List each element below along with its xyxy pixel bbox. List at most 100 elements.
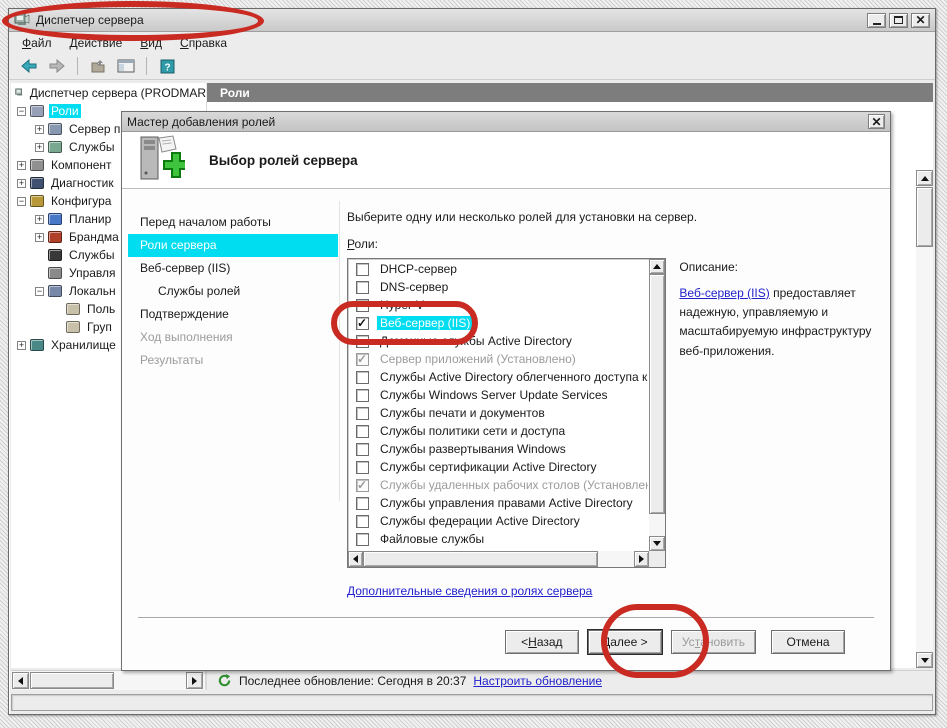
checkbox-checked[interactable] xyxy=(356,317,369,330)
checkbox[interactable] xyxy=(356,497,369,510)
status-bar: Последнее обновление: Сегодня в 20:37 На… xyxy=(207,671,933,690)
scroll-left-button[interactable] xyxy=(12,672,29,689)
console-window-button[interactable] xyxy=(114,55,138,77)
help-button[interactable]: ? xyxy=(155,55,179,77)
back-icon xyxy=(21,59,37,73)
checkbox[interactable] xyxy=(356,299,369,312)
scroll-right-button[interactable] xyxy=(634,551,649,567)
wizard-step: Перед началом работы xyxy=(122,211,338,234)
add-roles-wizard-dialog: Мастер добавления ролей ✕ Выбор ролей се… xyxy=(121,111,891,671)
checkbox[interactable] xyxy=(356,443,369,456)
checkbox[interactable] xyxy=(356,515,369,528)
checkbox[interactable] xyxy=(356,461,369,474)
description-panel: Описание: Веб-сервер (IIS) предоставляет… xyxy=(679,258,874,568)
description-title: Описание: xyxy=(679,260,874,274)
checkbox[interactable] xyxy=(356,335,369,348)
cancel-button[interactable]: Отмена xyxy=(771,630,845,654)
checkbox[interactable] xyxy=(356,533,369,546)
wizard-header: Выбор ролей сервера xyxy=(122,132,890,189)
next-button[interactable]: Далее > xyxy=(588,630,662,654)
tree-item-label: Локальн xyxy=(67,284,118,298)
collapse-icon[interactable]: − xyxy=(17,107,26,116)
role-row: Службы удаленных рабочих столов (Установ… xyxy=(349,476,648,494)
scrollbar-thumb[interactable] xyxy=(916,187,933,247)
role-row: Сервер приложений (Установлено) xyxy=(349,350,648,368)
scroll-up-icon xyxy=(653,264,661,269)
role-label: Веб-сервер (IIS) xyxy=(377,316,473,330)
pane-vertical-scrollbar[interactable] xyxy=(916,170,933,668)
expand-icon[interactable]: + xyxy=(35,125,44,134)
role-label: Службы Active Directory облегченного дос… xyxy=(377,370,648,384)
expander-spacer xyxy=(53,323,62,332)
wizard-close-button[interactable]: ✕ xyxy=(868,114,885,129)
minimize-button[interactable] xyxy=(867,13,886,28)
list-vertical-scrollbar[interactable] xyxy=(649,259,665,551)
tree-item-label: Управля xyxy=(67,266,118,280)
tree-root-node[interactable]: Диспетчер сервера (PRODMAR xyxy=(11,83,206,102)
pane-header-label: Роли xyxy=(220,86,250,100)
list-horizontal-scrollbar[interactable] xyxy=(348,551,649,567)
collapse-icon[interactable]: − xyxy=(35,287,44,296)
expander-spacer xyxy=(53,305,62,314)
scroll-up-button[interactable] xyxy=(916,170,933,186)
roles-icon xyxy=(30,105,44,117)
more-info-link[interactable]: Дополнительные сведения о ролях сервера xyxy=(347,584,592,598)
configuration-icon xyxy=(30,195,44,207)
back-button[interactable] xyxy=(17,55,41,77)
tree-item-label: Брандма xyxy=(67,230,121,244)
scrollbar-thumb[interactable] xyxy=(649,274,665,514)
expand-icon[interactable]: + xyxy=(35,233,44,242)
scroll-down-button[interactable] xyxy=(916,652,933,668)
wizard-main: Выберите одну или несколько ролей для ус… xyxy=(347,189,874,598)
role-row: Службы Active Directory облегченного дос… xyxy=(349,368,648,386)
remote-services-icon xyxy=(48,141,62,153)
tree-item-label: Хранилище xyxy=(49,338,118,352)
scroll-up-button[interactable] xyxy=(649,259,665,274)
menu-4[interactable]: Справка xyxy=(171,34,236,52)
maximize-button[interactable] xyxy=(889,13,908,28)
role-label: Доменные службы Active Directory xyxy=(377,334,575,348)
role-label: DNS-сервер xyxy=(377,280,451,294)
scrollbar-thumb[interactable] xyxy=(363,551,598,567)
forward-button[interactable] xyxy=(45,55,69,77)
expand-icon[interactable]: + xyxy=(17,161,26,170)
checkbox-checked xyxy=(356,479,369,492)
checkbox[interactable] xyxy=(356,281,369,294)
back-button[interactable]: < Назад xyxy=(505,630,579,654)
checkbox[interactable] xyxy=(356,263,369,276)
checkbox[interactable] xyxy=(356,389,369,402)
role-row: Hyper-V xyxy=(349,296,648,314)
web-server-iis-link[interactable]: Веб-сервер (IIS) xyxy=(679,286,769,300)
menu-1[interactable]: Файл xyxy=(13,34,61,52)
tree-horizontal-scrollbar[interactable] xyxy=(11,671,207,690)
roles-rows: DHCP-серверDNS-серверHyper-VВеб-сервер (… xyxy=(349,260,648,550)
close-button[interactable]: ✕ xyxy=(911,13,930,28)
expand-icon[interactable]: + xyxy=(35,215,44,224)
configure-refresh-link[interactable]: Настроить обновление xyxy=(473,674,602,688)
scroll-right-button[interactable] xyxy=(186,672,203,689)
wmi-control-icon xyxy=(48,267,62,279)
scrollbar-thumb[interactable] xyxy=(30,672,114,689)
scroll-down-button[interactable] xyxy=(649,536,665,551)
expand-icon[interactable]: + xyxy=(17,179,26,188)
checkbox[interactable] xyxy=(356,371,369,384)
roles-list-label: Роли: xyxy=(347,237,874,251)
wizard-step: Подтверждение xyxy=(122,303,338,326)
services-icon xyxy=(48,249,62,261)
checkbox[interactable] xyxy=(356,407,369,420)
menu-3[interactable]: Вид xyxy=(131,34,171,52)
wizard-buttons: < НазадДалее >УстановитьОтмена xyxy=(505,630,845,654)
roles-listbox: DHCP-серверDNS-серверHyper-VВеб-сервер (… xyxy=(347,258,666,568)
collapse-icon[interactable]: − xyxy=(17,197,26,206)
checkbox[interactable] xyxy=(356,425,369,438)
expand-icon[interactable]: + xyxy=(17,341,26,350)
export-button[interactable] xyxy=(86,55,110,77)
menu-2[interactable]: Действие xyxy=(61,34,132,52)
scroll-left-button[interactable] xyxy=(348,551,363,567)
role-row: Службы федерации Active Directory xyxy=(349,512,648,530)
export-icon xyxy=(90,59,106,73)
expand-icon[interactable]: + xyxy=(35,143,44,152)
features-icon xyxy=(30,159,44,171)
expander-spacer xyxy=(35,251,44,260)
last-update-text: Последнее обновление: Сегодня в 20:37 xyxy=(239,674,466,688)
